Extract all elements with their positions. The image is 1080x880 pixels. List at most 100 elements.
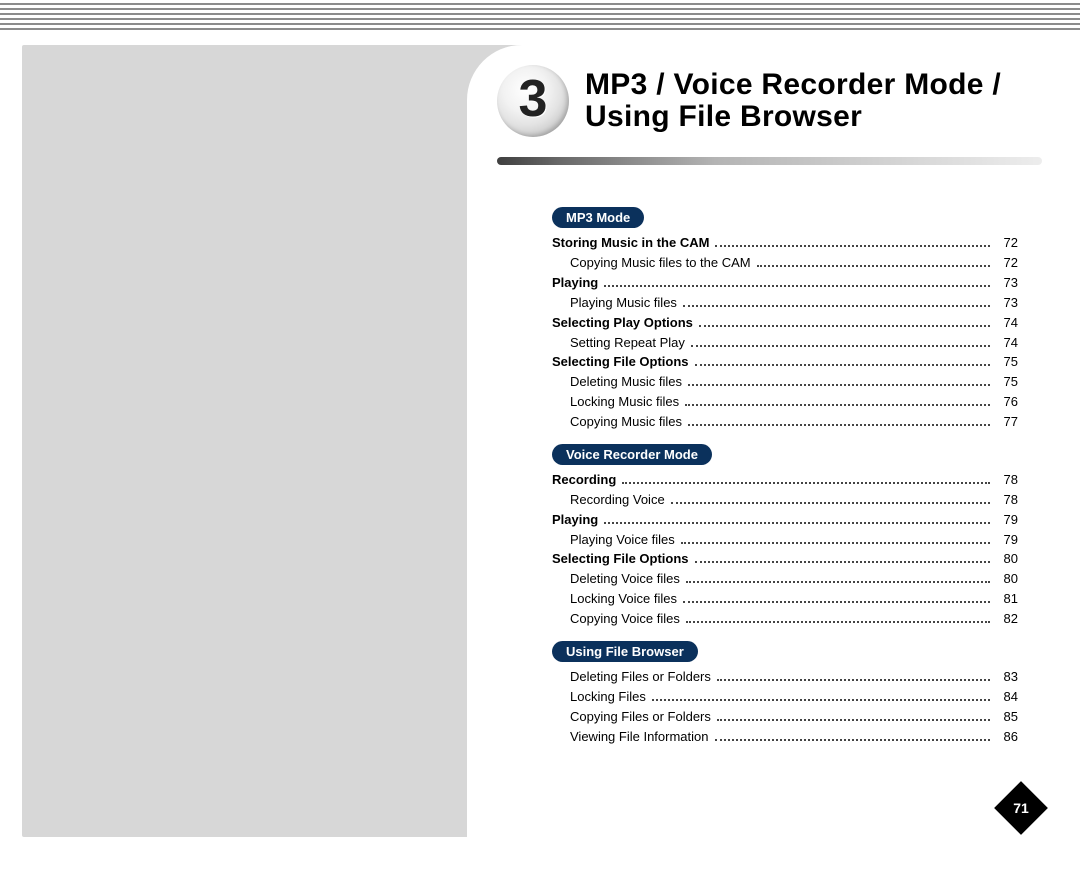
toc-entry: Viewing File Information 86 — [552, 728, 1018, 747]
toc-entry-page: 84 — [996, 688, 1018, 707]
toc-entry-label: Locking Music files — [570, 393, 679, 412]
page-number-badge: 71 — [1002, 789, 1040, 827]
toc-entry-label: Setting Repeat Play — [570, 334, 685, 353]
toc-entry-label: Recording Voice — [570, 491, 665, 510]
chapter-circle-icon: 3 — [497, 65, 569, 137]
toc-entry: Selecting Play Options 74 — [552, 314, 1018, 333]
toc-entry-label: Copying Voice files — [570, 610, 680, 629]
toc-entry-page: 77 — [996, 413, 1018, 432]
toc-entry-label: Selecting Play Options — [552, 314, 693, 333]
table-of-contents: MP3 ModeStoring Music in the CAM72Copyin… — [552, 195, 1018, 747]
toc-entry: Deleting Files or Folders 83 — [552, 668, 1018, 687]
leader-dots — [622, 482, 990, 484]
leader-dots — [604, 285, 990, 287]
toc-entry-label: Viewing File Information — [570, 728, 709, 747]
toc-entry-label: Recording — [552, 471, 616, 490]
toc-entry: Selecting File Options 75 — [552, 353, 1018, 372]
leader-dots — [688, 424, 990, 426]
page-background: 3 MP3 / Voice Recorder Mode / Using File… — [22, 45, 1058, 837]
toc-entry: Copying Files or Folders85 — [552, 708, 1018, 727]
toc-entry-label: Playing Music files — [570, 294, 677, 313]
toc-entry-page: 83 — [996, 668, 1018, 687]
toc-entry: Playing Music files 73 — [552, 294, 1018, 313]
leader-dots — [717, 679, 990, 681]
toc-entry-label: Selecting File Options — [552, 353, 689, 372]
toc-entry: Locking Voice files81 — [552, 590, 1018, 609]
leader-dots — [671, 502, 990, 504]
toc-entry-label: Deleting Files or Folders — [570, 668, 711, 687]
toc-entry-page: 73 — [996, 294, 1018, 313]
toc-entry-label: Copying Music files to the CAM — [570, 254, 751, 273]
toc-entry-page: 73 — [996, 274, 1018, 293]
chapter-title-line1: MP3 / Voice Recorder Mode / — [585, 69, 1001, 101]
leader-dots — [683, 601, 990, 603]
toc-entry-page: 81 — [996, 590, 1018, 609]
leader-dots — [695, 364, 990, 366]
leader-dots — [688, 384, 990, 386]
toc-entry: Playing 73 — [552, 274, 1018, 293]
toc-entry-page: 72 — [996, 234, 1018, 253]
toc-entry: Playing Voice files 79 — [552, 531, 1018, 550]
leader-dots — [715, 739, 991, 741]
section-heading-pill: Using File Browser — [552, 641, 698, 662]
title-underline — [497, 157, 1042, 165]
toc-section: Voice Recorder Mode Recording 78 Recording … — [552, 440, 1018, 629]
leader-dots — [686, 621, 990, 623]
toc-entry-page: 78 — [996, 471, 1018, 490]
leader-dots — [683, 305, 990, 307]
toc-entry-page: 74 — [996, 314, 1018, 333]
toc-entry-page: 76 — [996, 393, 1018, 412]
toc-entry-page: 78 — [996, 491, 1018, 510]
content-card: 3 MP3 / Voice Recorder Mode / Using File… — [467, 45, 1058, 837]
toc-entry-label: Playing Voice files — [570, 531, 675, 550]
toc-entry-page: 80 — [996, 550, 1018, 569]
toc-entry: Deleting Music files 75 — [552, 373, 1018, 392]
section-heading-pill: Voice Recorder Mode — [552, 444, 712, 465]
toc-entry: Selecting File Options 80 — [552, 550, 1018, 569]
leader-dots — [685, 404, 990, 406]
toc-entry-page: 86 — [996, 728, 1018, 747]
leader-dots — [699, 325, 990, 327]
toc-entry: Copying Voice files 82 — [552, 610, 1018, 629]
leader-dots — [686, 581, 990, 583]
page-number: 71 — [1002, 789, 1040, 827]
section-heading-pill: MP3 Mode — [552, 207, 644, 228]
toc-section: MP3 ModeStoring Music in the CAM72Copyin… — [552, 203, 1018, 432]
leader-dots — [604, 522, 990, 524]
toc-entry-label: Locking Files — [570, 688, 646, 707]
toc-entry: Copying Music files to the CAM 72 — [552, 254, 1018, 273]
toc-entry-label: Playing — [552, 274, 598, 293]
decorative-top-bars — [0, 0, 1080, 35]
toc-entry-label: Deleting Voice files — [570, 570, 680, 589]
leader-dots — [715, 245, 990, 247]
toc-entry: Locking Files 84 — [552, 688, 1018, 707]
toc-section: Using File Browser Deleting Files or Fold… — [552, 637, 1018, 747]
toc-entry-page: 75 — [996, 373, 1018, 392]
toc-entry-label: Playing — [552, 511, 598, 530]
toc-entry-label: Selecting File Options — [552, 550, 689, 569]
toc-entry: Deleting Voice files80 — [552, 570, 1018, 589]
toc-entry-page: 75 — [996, 353, 1018, 372]
leader-dots — [757, 265, 990, 267]
chapter-number: 3 — [519, 69, 548, 129]
toc-entry-page: 74 — [996, 334, 1018, 353]
toc-entry-page: 72 — [996, 254, 1018, 273]
toc-entry: Setting Repeat Play 74 — [552, 334, 1018, 353]
leader-dots — [695, 561, 990, 563]
toc-entry: Storing Music in the CAM 72 — [552, 234, 1018, 253]
toc-entry-page: 79 — [996, 531, 1018, 550]
toc-entry-label: Deleting Music files — [570, 373, 682, 392]
page-frame: 3 MP3 / Voice Recorder Mode / Using File… — [22, 45, 1058, 837]
chapter-title-text: MP3 / Voice Recorder Mode / Using File B… — [585, 69, 1001, 134]
chapter-title: 3 MP3 / Voice Recorder Mode / Using File… — [497, 65, 1001, 137]
leader-dots — [691, 345, 990, 347]
toc-entry-page: 82 — [996, 610, 1018, 629]
toc-entry-page: 85 — [996, 708, 1018, 727]
toc-entry: Locking Music files 76 — [552, 393, 1018, 412]
toc-entry: Playing79 — [552, 511, 1018, 530]
leader-dots — [652, 699, 990, 701]
chapter-title-line2: Using File Browser — [585, 101, 1001, 133]
toc-entry: Copying Music files 77 — [552, 413, 1018, 432]
toc-entry-label: Copying Music files — [570, 413, 682, 432]
toc-entry-label: Storing Music in the CAM — [552, 234, 709, 253]
